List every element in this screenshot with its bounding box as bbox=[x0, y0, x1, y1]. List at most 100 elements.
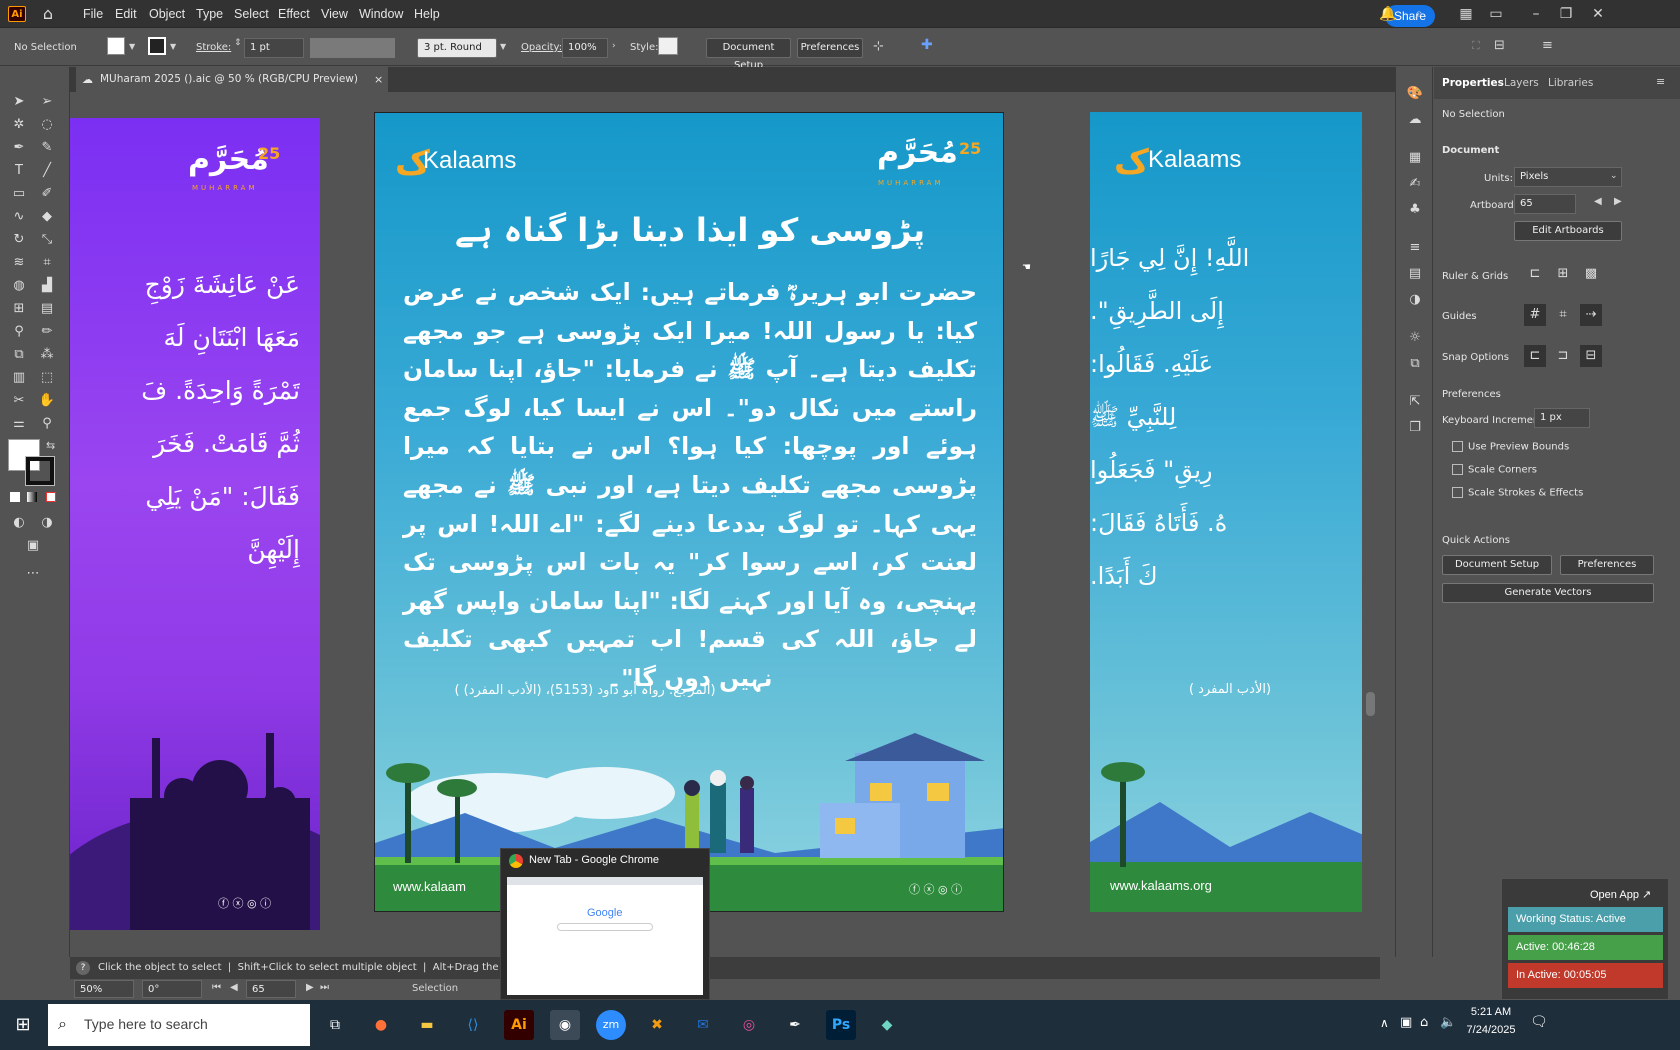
zoom-field[interactable]: 50% bbox=[74, 980, 134, 998]
clock-time[interactable]: 5:21 AM bbox=[1465, 1006, 1517, 1018]
opacity-label[interactable]: Opacity: bbox=[521, 42, 562, 53]
show-guides-icon[interactable]: # bbox=[1524, 304, 1546, 326]
free-transform-icon[interactable]: ⌗ bbox=[36, 252, 58, 274]
restore-icon[interactable]: ❐ bbox=[1555, 0, 1577, 28]
units-select[interactable]: Pixels bbox=[1514, 167, 1622, 187]
notifications-icon[interactable]: 🗨 bbox=[1530, 1014, 1548, 1030]
brush-definition[interactable]: 3 pt. Round bbox=[417, 38, 497, 58]
none-mode-icon[interactable] bbox=[46, 492, 56, 502]
chrome-taskbar-preview[interactable]: New Tab - Google Chrome Google bbox=[500, 848, 710, 1000]
arrange-icon[interactable]: ⛶ bbox=[1472, 39, 1480, 53]
system-tray-chevron-icon[interactable]: ∧ bbox=[1380, 1016, 1389, 1030]
keyboard-increment-field[interactable]: 1 px bbox=[1534, 408, 1590, 428]
outlook-icon[interactable]: ✉ bbox=[688, 1010, 718, 1040]
checkbox[interactable] bbox=[1452, 487, 1463, 498]
canvas[interactable]: مُحَرَّم 25 MUHARRAM عَنْ عَائِشَةَ زَوْ… bbox=[70, 92, 1380, 957]
type-tool-icon[interactable]: T bbox=[8, 160, 30, 182]
close-tab-icon[interactable]: × bbox=[374, 67, 383, 92]
ruler-icon[interactable]: ⊏ bbox=[1524, 263, 1546, 285]
xampp-icon[interactable]: ✖ bbox=[642, 1010, 672, 1040]
shaper-tool-icon[interactable]: ∿ bbox=[8, 206, 30, 228]
chrome-taskbar-icon[interactable]: ◉ bbox=[550, 1010, 580, 1040]
gradient-tool-icon[interactable]: ▤ bbox=[36, 298, 58, 320]
zoom-app-icon[interactable]: zm bbox=[596, 1010, 626, 1040]
rotate-tool-icon[interactable]: ↻ bbox=[8, 229, 30, 251]
tray-icon[interactable]: ▣ bbox=[1400, 1015, 1412, 1030]
edit-artboards-button[interactable]: Edit Artboards bbox=[1514, 221, 1622, 241]
menu-type[interactable]: Type bbox=[196, 0, 223, 28]
artboard-left[interactable]: مُحَرَّم 25 MUHARRAM عَنْ عَائِشَةَ زَوْ… bbox=[70, 118, 320, 930]
stroke-color-swatch[interactable] bbox=[25, 456, 55, 486]
previous-artboard-icon[interactable]: ◀ bbox=[1594, 196, 1602, 207]
rotation-field[interactable]: 0° bbox=[142, 980, 202, 998]
scale-corners-checkbox[interactable]: Scale Corners bbox=[1452, 464, 1537, 476]
perspective-grid-icon[interactable]: ▟ bbox=[36, 275, 58, 297]
grid-icon[interactable]: ⊞ bbox=[1552, 263, 1574, 285]
checkbox[interactable] bbox=[1452, 464, 1463, 475]
shape-builder-icon[interactable]: ◍ bbox=[8, 275, 30, 297]
checkbox[interactable] bbox=[1452, 441, 1463, 452]
direct-selection-tool-icon[interactable]: ➢ bbox=[36, 91, 58, 113]
open-app-link[interactable]: Open App ↗ bbox=[1590, 888, 1651, 901]
stroke-label[interactable]: Stroke: bbox=[196, 42, 231, 53]
taskbar-search[interactable]: ⌕ Type here to search bbox=[48, 1004, 310, 1046]
appearance-icon[interactable]: ☼ bbox=[1404, 327, 1426, 349]
graphic-styles-icon[interactable]: ⧉ bbox=[1404, 353, 1426, 375]
brushes-icon[interactable]: ✍ bbox=[1404, 173, 1426, 195]
draw-inside-icon[interactable]: ◑ bbox=[36, 512, 58, 534]
more-tools-icon[interactable]: ⋯ bbox=[22, 563, 44, 585]
edit-toolbar-icon[interactable]: ⚌ bbox=[8, 413, 30, 435]
prev-artboard-icon[interactable]: ◀ bbox=[230, 982, 238, 993]
document-setup-quick-button[interactable]: Document Setup bbox=[1442, 555, 1552, 575]
screen-mode-icon[interactable]: ▣ bbox=[22, 535, 44, 557]
tab-libraries[interactable]: Libraries bbox=[1548, 77, 1593, 89]
minimize-icon[interactable]: – bbox=[1525, 0, 1547, 28]
symbols-icon[interactable]: ♣ bbox=[1404, 199, 1426, 221]
swap-colors-icon[interactable]: ⇆ bbox=[46, 439, 55, 452]
pen-app-icon[interactable]: ✒ bbox=[780, 1010, 810, 1040]
artboard-select[interactable]: 65 bbox=[1514, 194, 1576, 214]
artboards-panel-icon[interactable]: ❐ bbox=[1404, 417, 1426, 439]
artboard-main[interactable]: ک Kalaams مُحَرَّم 25 MUHARRAM پڑوسی کو … bbox=[374, 112, 1004, 912]
menu-window[interactable]: Window bbox=[359, 0, 403, 28]
close-window-icon[interactable]: ✕ bbox=[1587, 0, 1609, 28]
lasso-icon[interactable]: ◌ bbox=[36, 114, 58, 136]
opacity-field[interactable]: 100% bbox=[562, 38, 608, 58]
preferences-quick-button[interactable]: Preferences bbox=[1560, 555, 1654, 575]
rectangle-tool-icon[interactable]: ▭ bbox=[8, 183, 30, 205]
artboard-tool-icon[interactable]: ⬚ bbox=[36, 367, 58, 389]
photoshop-icon[interactable]: Ps bbox=[826, 1010, 856, 1040]
stroke-weight-field[interactable]: 1 pt bbox=[244, 38, 304, 58]
firefox-icon[interactable]: ● bbox=[366, 1010, 396, 1040]
start-button[interactable]: ⊞ bbox=[8, 1010, 38, 1040]
swatches-icon[interactable]: ▦ bbox=[1404, 147, 1426, 169]
menu-select[interactable]: Select bbox=[234, 0, 269, 28]
scale-tool-icon[interactable]: ⤡ bbox=[36, 229, 58, 251]
chevron-down-icon[interactable]: ▼ bbox=[129, 42, 135, 51]
file-explorer-icon[interactable]: ▬ bbox=[412, 1010, 442, 1040]
search-icon[interactable]: ⌕ bbox=[1408, 0, 1430, 28]
last-artboard-icon[interactable]: ⏭ bbox=[320, 982, 329, 993]
panel-menu-icon[interactable]: ≡ bbox=[1656, 75, 1665, 88]
fill-swatch[interactable] bbox=[107, 37, 125, 55]
paintbrush-icon[interactable]: ✐ bbox=[36, 183, 58, 205]
creative-cloud-icon[interactable]: ◎ bbox=[734, 1010, 764, 1040]
arrange-documents-icon[interactable]: ▦ bbox=[1455, 0, 1477, 28]
zoom-tool-icon[interactable]: ⚲ bbox=[36, 413, 58, 435]
menu-edit[interactable]: Edit bbox=[115, 0, 137, 28]
stroke-panel-icon[interactable]: ≡ bbox=[1404, 237, 1426, 259]
chevron-right-icon[interactable]: › bbox=[612, 41, 616, 51]
vscode-icon[interactable]: ⟨⟩ bbox=[458, 1010, 488, 1040]
magic-wand-icon[interactable]: ✲ bbox=[8, 114, 30, 136]
menu-help[interactable]: Help bbox=[414, 0, 440, 28]
export-icon[interactable]: ⇱ bbox=[1404, 391, 1426, 413]
graph-tool-icon[interactable]: ▥ bbox=[8, 367, 30, 389]
artboard-right[interactable]: ک Kalaams اللَّهِ! إِنَّ لِي جَارًا إِلَ… bbox=[1090, 112, 1380, 912]
measure-icon[interactable]: ✏ bbox=[36, 321, 58, 343]
use-preview-bounds-checkbox[interactable]: Use Preview Bounds bbox=[1452, 441, 1569, 453]
color-panel-icon[interactable]: 🎨 bbox=[1404, 83, 1426, 105]
home-icon[interactable]: ⌂ bbox=[38, 5, 58, 23]
transparency-grid-icon[interactable]: ▩ bbox=[1580, 263, 1602, 285]
next-artboard-icon[interactable]: ▶ bbox=[306, 982, 314, 993]
task-view-icon[interactable]: ⧉ bbox=[320, 1010, 350, 1040]
